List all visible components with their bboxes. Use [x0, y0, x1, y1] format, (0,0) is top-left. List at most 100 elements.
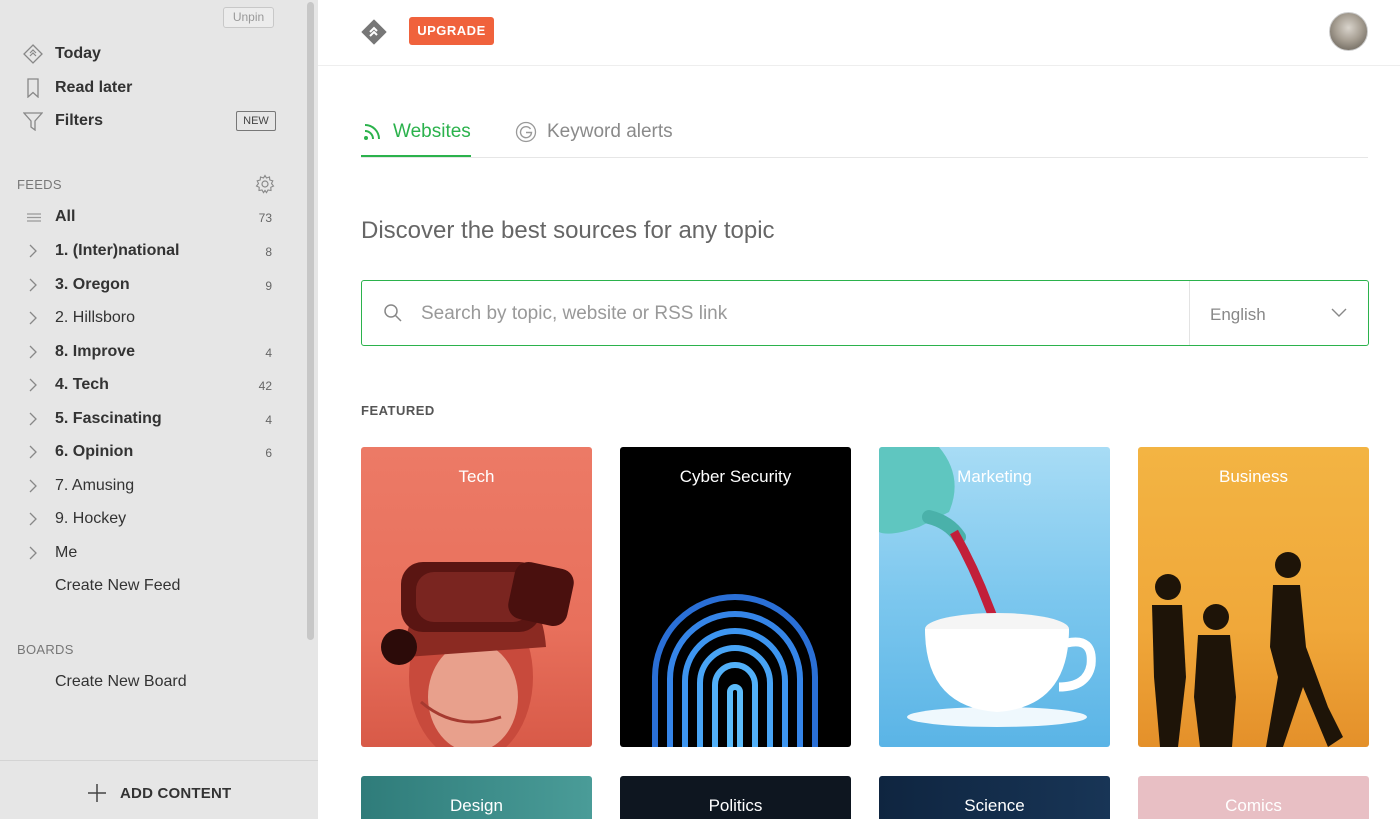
chevron-right-icon[interactable] [27, 411, 39, 427]
add-content-label: ADD CONTENT [120, 784, 232, 802]
feed-item[interactable]: 6. Opinion 6 [0, 437, 300, 467]
featured-label: FEATURED [361, 403, 435, 418]
chevron-right-icon[interactable] [27, 545, 39, 561]
feed-item-all[interactable]: All 73 [0, 202, 300, 232]
chevron-right-icon[interactable] [27, 243, 39, 259]
chevron-right-icon[interactable] [27, 310, 39, 326]
language-value: English [1210, 305, 1266, 324]
feed-item[interactable]: 9. Hockey [0, 504, 300, 534]
topic-card-marketing[interactable]: Marketing [879, 447, 1110, 747]
feed-count: 4 [265, 346, 272, 360]
topic-card-tech[interactable]: Tech [361, 447, 592, 747]
feed-count: 8 [265, 245, 272, 259]
topic-card-title: Science [964, 796, 1025, 815]
topic-card-title: Comics [1225, 796, 1282, 815]
rss-icon [364, 123, 380, 140]
chevron-right-icon[interactable] [27, 344, 39, 360]
feed-label: Me [55, 544, 78, 561]
feed-label: 8. Improve [55, 343, 136, 360]
feed-item[interactable]: 5. Fascinating 4 [0, 404, 300, 434]
sidebar-scrollbar[interactable] [307, 2, 314, 640]
topic-card-design[interactable]: Design [361, 776, 592, 819]
tab-websites-label: Websites [393, 120, 471, 142]
chevron-right-icon[interactable] [27, 377, 39, 393]
google-icon [515, 121, 537, 143]
feed-label: 6. Opinion [55, 443, 134, 460]
chevron-right-icon[interactable] [27, 511, 39, 527]
feed-item[interactable]: 3. Oregon 9 [0, 270, 300, 300]
topic-card-title: Politics [708, 796, 763, 815]
topic-card-comics[interactable]: Comics [1138, 776, 1369, 819]
feed-item[interactable]: Me [0, 538, 300, 568]
search-input[interactable] [419, 295, 1183, 333]
create-feed-label: Create New Feed [55, 577, 181, 594]
gear-icon[interactable] [255, 174, 275, 194]
topic-card-title: Cyber Security [679, 467, 792, 486]
topic-card-title: Design [450, 796, 503, 815]
nav-filters[interactable]: Filters NEW [0, 106, 300, 136]
topic-card-politics[interactable]: Politics [620, 776, 851, 819]
bookmark-icon [27, 78, 39, 98]
feed-label: 3. Oregon [55, 276, 130, 293]
tab-websites[interactable]: Websites [361, 108, 471, 157]
source-tabs: Websites Keyword alerts [361, 108, 1368, 158]
topic-card-title: Business [1219, 467, 1288, 486]
unpin-button[interactable]: Unpin [223, 7, 274, 28]
topic-card-title: Tech [458, 467, 495, 486]
feed-item[interactable]: 4. Tech 42 [0, 370, 300, 400]
nav-today-label: Today [55, 45, 101, 62]
feed-item[interactable]: 7. Amusing [0, 471, 300, 501]
chevron-right-icon[interactable] [27, 478, 39, 494]
topic-card-title: Marketing [957, 467, 1032, 486]
feed-label: 4. Tech [55, 376, 109, 393]
create-feed-link[interactable]: Create New Feed [0, 571, 300, 601]
tab-keyword-alerts-label: Keyword alerts [547, 121, 673, 142]
fingerprint-image [652, 594, 818, 747]
feed-count: 6 [265, 446, 272, 460]
boards-section-label: BOARDS [17, 642, 74, 657]
add-content-button[interactable]: ADD CONTENT [86, 781, 231, 805]
nav-read-later[interactable]: Read later [0, 73, 300, 103]
page-heading: Discover the best sources for any topic [361, 217, 775, 244]
feeds-section-label: FEEDS [17, 177, 62, 192]
feed-item[interactable]: 8. Improve 4 [0, 337, 300, 367]
feed-label: 7. Amusing [55, 477, 135, 494]
create-board-label: Create New Board [55, 673, 187, 690]
feed-label: All [55, 208, 76, 225]
feed-label: 1. (Inter)national [55, 242, 180, 259]
create-board-link[interactable]: Create New Board [0, 667, 300, 697]
feed-count: 42 [258, 379, 272, 393]
topic-card-cyber-security[interactable]: Cyber Security [620, 447, 851, 747]
today-icon [23, 44, 43, 64]
nav-filters-label: Filters [55, 112, 104, 129]
feed-count: 4 [265, 413, 272, 427]
feedly-logo-icon[interactable] [361, 19, 387, 45]
sidebar: Unpin Today Read later Filters NEW FEEDS… [0, 0, 318, 819]
feed-count: 73 [258, 211, 272, 225]
search-box: English [361, 280, 1369, 346]
new-badge: NEW [236, 111, 276, 131]
upgrade-button[interactable]: UPGRADE [409, 17, 494, 45]
teapot-cup-image [879, 447, 1096, 727]
list-icon [27, 213, 41, 222]
topic-card-science[interactable]: Science [879, 776, 1110, 819]
chevron-down-icon [1331, 308, 1347, 317]
chevron-right-icon[interactable] [27, 444, 39, 460]
filter-icon [23, 112, 43, 131]
nav-read-later-label: Read later [55, 79, 133, 96]
tab-keyword-alerts[interactable]: Keyword alerts [515, 108, 673, 156]
top-bar: UPGRADE [318, 0, 1400, 66]
feed-count: 9 [265, 279, 272, 293]
nav-today[interactable]: Today [0, 39, 300, 69]
people-silhouettes-image [1152, 552, 1343, 747]
avatar[interactable] [1329, 12, 1368, 51]
feed-label: 5. Fascinating [55, 410, 162, 427]
feed-item[interactable]: 2. Hillsboro [0, 303, 300, 333]
feed-label: 9. Hockey [55, 510, 127, 527]
language-select[interactable]: English [1189, 281, 1369, 345]
sidebar-footer: ADD CONTENT [0, 760, 318, 819]
feed-item[interactable]: 1. (Inter)national 8 [0, 236, 300, 266]
topic-card-business[interactable]: Business [1138, 447, 1369, 747]
vr-headset-image [381, 562, 574, 747]
chevron-right-icon[interactable] [27, 277, 39, 293]
